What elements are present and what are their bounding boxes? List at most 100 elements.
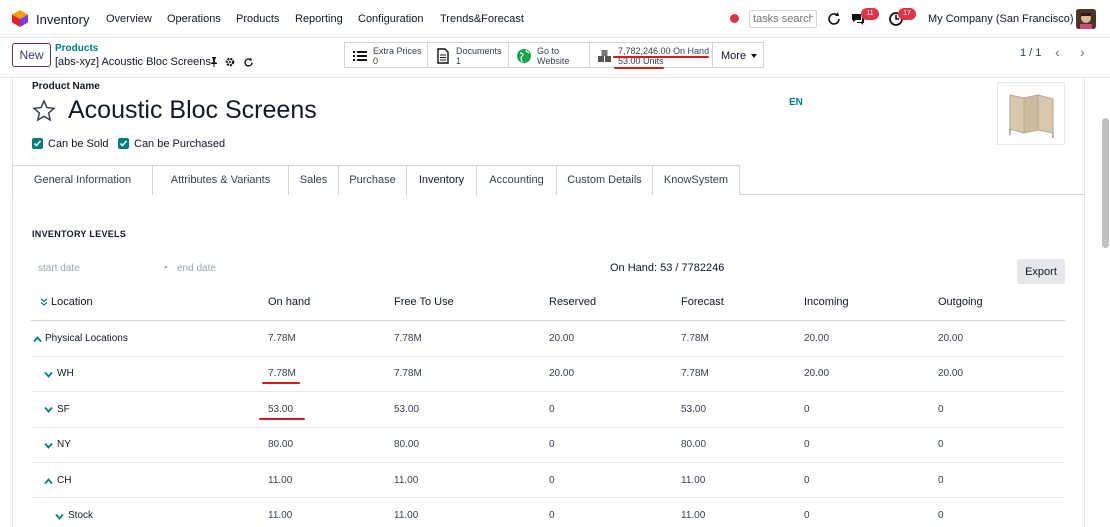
next-record-icon[interactable]: › <box>1080 44 1085 60</box>
can-be-sold-checkbox[interactable] <box>32 138 43 149</box>
product-image[interactable] <box>997 82 1065 145</box>
globe-icon <box>517 49 531 63</box>
pager-value[interactable]: 1 / 1 <box>1020 47 1041 59</box>
tab-attributes-variants[interactable]: Attributes & Variants <box>152 165 289 195</box>
inventory-app-icon[interactable] <box>12 10 28 27</box>
tab-inventory[interactable]: Inventory <box>406 165 477 196</box>
column-header-free-to-use[interactable]: Free To Use <box>394 296 454 308</box>
table-row-location[interactable]: SF <box>57 404 70 415</box>
cell-incoming: 0 <box>804 404 810 415</box>
cell-forecast: 53.00 <box>681 404 707 415</box>
cell-reserved: 0 <box>549 475 555 486</box>
table-row-location[interactable]: Physical Locations <box>45 333 128 344</box>
annotation-underline-on-hand <box>613 56 709 58</box>
export-button[interactable]: Export <box>1017 259 1065 284</box>
chevron-down-icon[interactable] <box>44 370 53 379</box>
annotation-underline-wh <box>262 382 300 384</box>
cell-free-to-use: 80.00 <box>394 439 420 450</box>
chevron-up-icon[interactable] <box>33 335 42 344</box>
column-header-location[interactable]: Location <box>51 296 93 308</box>
language-toggle[interactable]: EN <box>789 97 803 108</box>
page-scrollbar-thumb[interactable] <box>1102 118 1109 248</box>
recording-indicator-icon[interactable] <box>730 14 739 23</box>
menu-reporting[interactable]: Reporting <box>295 13 343 25</box>
tab-general-information[interactable]: General Information <box>12 165 153 195</box>
column-header-incoming[interactable]: Incoming <box>804 296 849 308</box>
cell-outgoing: 0 <box>938 510 944 521</box>
extra-prices-count: 0 <box>373 56 379 66</box>
list-icon <box>353 51 367 61</box>
pin-icon[interactable] <box>209 57 219 67</box>
cell-on-hand: 7.78M <box>268 333 296 344</box>
tab-custom-details[interactable]: Custom Details <box>556 165 653 195</box>
control-panel: New Products [abs-xyz] Acoustic Bloc Scr… <box>0 38 1110 78</box>
end-date-input[interactable]: end date <box>177 263 216 274</box>
on-hand-summary: On Hand: 53 / 7782246 <box>610 262 725 274</box>
user-avatar[interactable] <box>1076 9 1096 29</box>
smart-buttons-bar: Extra Prices 0 Documents 1 Go to Website <box>344 42 764 68</box>
can-be-purchased-checkbox[interactable] <box>118 138 129 149</box>
column-header-forecast[interactable]: Forecast <box>681 296 724 308</box>
can-be-purchased-label: Can be Purchased <box>134 138 226 150</box>
chevron-up-icon[interactable] <box>44 477 53 486</box>
tab-knowsystem[interactable]: KnowSystem <box>652 165 740 195</box>
tab-sales[interactable]: Sales <box>288 165 339 195</box>
cell-outgoing: 0 <box>938 475 944 486</box>
table-row-location[interactable]: CH <box>57 475 71 486</box>
menu-trends-forecast[interactable]: Trends&Forecast <box>440 13 524 25</box>
app-name[interactable]: Inventory <box>36 12 89 27</box>
column-header-on-hand[interactable]: On hand <box>268 296 310 308</box>
cell-reserved: 0 <box>549 510 555 521</box>
collapse-all-icon[interactable] <box>40 298 48 306</box>
discard-refresh-icon[interactable] <box>243 57 254 68</box>
go-to-website-smart-button[interactable]: Go to Website <box>508 42 590 68</box>
menu-configuration[interactable]: Configuration <box>358 13 423 25</box>
annotation-underline-units <box>614 67 664 69</box>
cell-on-hand: 53.00 <box>268 404 294 415</box>
cell-free-to-use: 7.78M <box>394 368 422 379</box>
breadcrumb-current-record: [abs-xyz] Acoustic Bloc Screens <box>55 56 211 68</box>
on-hand-quantity: 7,782,246.00 On Hand <box>618 46 710 56</box>
breadcrumb-products-link[interactable]: Products <box>55 43 98 54</box>
row-divider <box>31 427 1065 428</box>
column-header-outgoing[interactable]: Outgoing <box>938 296 983 308</box>
documents-smart-button[interactable]: Documents 1 <box>427 42 509 68</box>
refresh-icon[interactable] <box>826 11 842 27</box>
cell-incoming: 0 <box>804 475 810 486</box>
cell-free-to-use: 7.78M <box>394 333 422 344</box>
cell-forecast: 7.78M <box>681 368 709 379</box>
documents-label: Documents <box>456 46 502 56</box>
extra-prices-label: Extra Prices <box>373 46 422 56</box>
gear-icon[interactable] <box>225 57 235 67</box>
table-row-location[interactable]: WH <box>57 368 74 379</box>
extra-prices-smart-button[interactable]: Extra Prices 0 <box>344 42 428 68</box>
cell-outgoing: 0 <box>938 404 944 415</box>
chevron-down-icon[interactable] <box>55 512 64 521</box>
more-dropdown-button[interactable]: More <box>712 42 764 68</box>
menu-products[interactable]: Products <box>236 13 279 25</box>
favorite-star-icon[interactable] <box>32 99 56 123</box>
cell-outgoing: 20.00 <box>938 333 964 344</box>
product-name-field[interactable]: Acoustic Bloc Screens <box>68 96 317 125</box>
tab-accounting[interactable]: Accounting <box>476 165 557 195</box>
tasks-search-input[interactable] <box>749 10 817 28</box>
cell-reserved: 0 <box>549 404 555 415</box>
chevron-down-icon[interactable] <box>44 405 53 414</box>
cell-free-to-use: 11.00 <box>394 510 419 521</box>
table-row-location[interactable]: NY <box>57 439 71 450</box>
chevron-down-icon[interactable] <box>44 441 53 450</box>
tab-purchase[interactable]: Purchase <box>338 165 407 195</box>
on-hand-smart-button[interactable]: 7,782,246.00 On Hand 53.00 Units <box>589 42 713 68</box>
menu-overview[interactable]: Overview <box>106 13 152 25</box>
cell-reserved: 0 <box>549 439 555 450</box>
new-button[interactable]: New <box>12 43 51 67</box>
row-divider <box>31 497 1065 498</box>
previous-record-icon[interactable]: ‹ <box>1055 44 1060 60</box>
company-switcher[interactable]: My Company (San Francisco) <box>928 13 1074 25</box>
menu-operations[interactable]: Operations <box>167 13 221 25</box>
column-header-reserved[interactable]: Reserved <box>549 296 596 308</box>
table-row-location[interactable]: Stock <box>68 510 93 521</box>
table-header-divider <box>31 320 1065 321</box>
cell-reserved: 20.00 <box>549 368 575 379</box>
start-date-input[interactable]: start date <box>38 263 80 274</box>
